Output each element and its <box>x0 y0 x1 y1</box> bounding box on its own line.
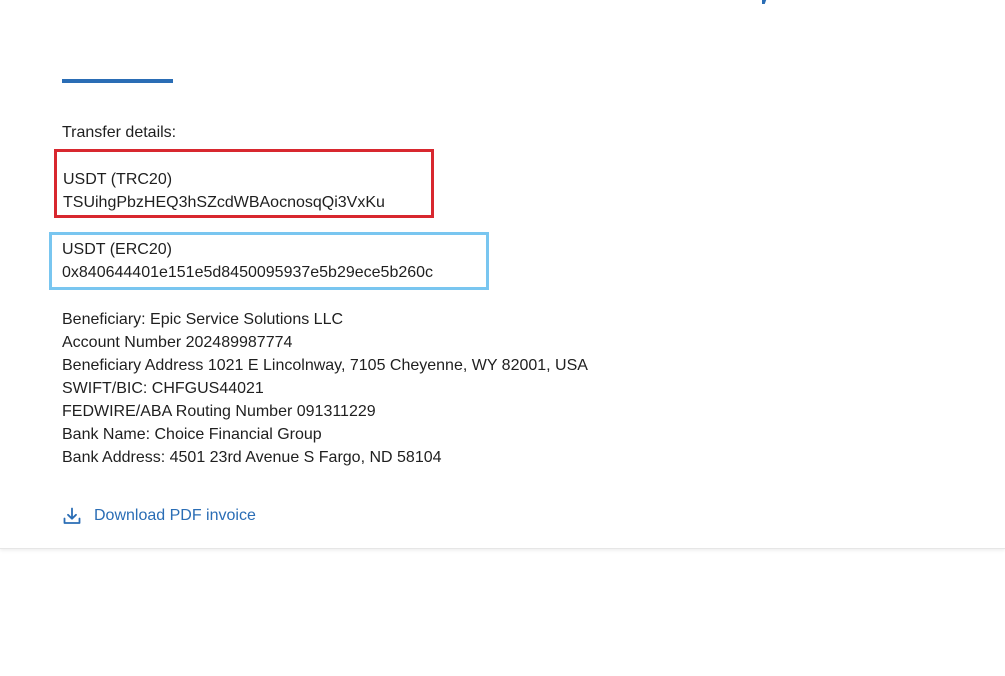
transfer-details-label: Transfer details: <box>62 124 177 141</box>
invoice-card: Transfer details: USDT (TRC20) TSUihgPbz… <box>0 0 1005 549</box>
bank-address: Bank Address: 4501 23rd Avenue S Fargo, … <box>62 449 442 466</box>
trc20-highlight-box: USDT (TRC20) TSUihgPbzHEQ3hSZcdWBAocnosq… <box>54 149 434 218</box>
erc20-highlight-box: USDT (ERC20) 0x840644401e151e5d845009593… <box>49 232 489 290</box>
download-pdf-label: Download PDF invoice <box>94 507 256 524</box>
download-icon <box>62 506 82 526</box>
page: Transfer details: USDT (TRC20) TSUihgPbz… <box>0 0 1005 676</box>
beneficiary-address: Beneficiary Address 1021 E Lincolnway, 7… <box>62 357 588 374</box>
erc20-title: USDT (ERC20) <box>62 241 172 258</box>
account-number: Account Number 202489987774 <box>62 334 293 351</box>
bank-details: Beneficiary: Epic Service Solutions LLC … <box>62 308 588 469</box>
header-fragment <box>762 0 822 4</box>
download-pdf-link[interactable]: Download PDF invoice <box>62 505 256 527</box>
bank-name: Bank Name: Choice Financial Group <box>62 426 322 443</box>
routing-number: FEDWIRE/ABA Routing Number 091311229 <box>62 403 376 420</box>
beneficiary-name: Beneficiary: Epic Service Solutions LLC <box>62 311 344 328</box>
swift-bic: SWIFT/BIC: CHFGUS44021 <box>62 380 264 397</box>
accent-bar <box>62 79 173 83</box>
erc20-address[interactable]: 0x840644401e151e5d8450095937e5b29ece5b26… <box>62 264 433 282</box>
trc20-address[interactable]: TSUihgPbzHEQ3hSZcdWBAocnosqQi3VxKu <box>63 194 385 212</box>
trc20-title: USDT (TRC20) <box>63 171 173 188</box>
